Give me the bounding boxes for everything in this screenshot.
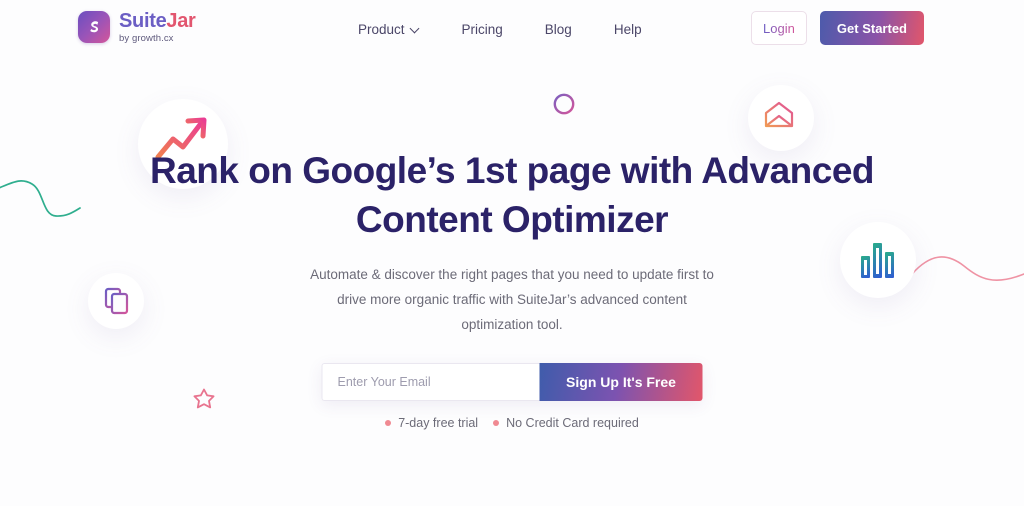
nav-item-help[interactable]: Help	[614, 22, 642, 37]
get-started-button[interactable]: Get Started	[819, 11, 924, 45]
star-outline-icon	[192, 387, 216, 411]
subtitle-line-2: drive more organic traffic with SuiteJar…	[337, 291, 687, 307]
nav-item-pricing[interactable]: Pricing	[462, 22, 503, 37]
nav-label-product: Product	[358, 21, 405, 37]
nav-label-blog: Blog	[544, 21, 572, 37]
page-subtitle: Automate & discover the right pages that…	[0, 263, 1024, 338]
main-navigation: Product Pricing Blog Help	[358, 0, 642, 58]
brand-tagline: by growth.cx	[119, 33, 174, 44]
trial-note-free-trial-label: 7-day free trial	[398, 416, 479, 430]
bullet-dot-icon	[493, 420, 500, 426]
subtitle-line-1: Automate & discover the right pages that…	[310, 267, 714, 282]
nav-item-blog[interactable]: Blog	[545, 22, 572, 37]
trial-note-free-trial: 7-day free trial	[385, 416, 478, 430]
bullet-dot-icon	[385, 420, 392, 426]
landing-page: SuiteJar by growth.cx Product Pricing Bl…	[0, 0, 1024, 506]
nav-item-product[interactable]: Product	[358, 22, 420, 37]
signup-submit-button[interactable]: Sign Up It's Free	[539, 363, 703, 401]
hero-section: Rank on Google’s 1st page with Advanced …	[0, 58, 1024, 506]
circle-outline-icon	[552, 92, 576, 116]
brand-logo[interactable]: SuiteJar by growth.cx	[78, 11, 196, 44]
page-title: Rank on Google’s 1st page with Advanced …	[0, 146, 1024, 244]
trial-note-no-credit-card: No Credit Card required	[493, 416, 639, 430]
trial-notes: 7-day free trial No Credit Card required	[0, 416, 1024, 430]
headline-line-1: Rank on Google’s 1st page with Advanced	[149, 150, 875, 191]
headline-line-2: Content Optimizer	[355, 199, 669, 241]
email-input[interactable]	[321, 363, 540, 401]
subtitle-line-3: optimization tool.	[461, 316, 563, 332]
header-actions: Login Get Started	[750, 11, 924, 45]
signup-form: Sign Up It's Free	[321, 363, 703, 401]
login-button-label: Login	[763, 20, 795, 36]
logo-mark-icon	[78, 11, 110, 44]
envelope-icon	[764, 101, 794, 129]
chevron-down-icon	[411, 25, 420, 34]
site-header: SuiteJar by growth.cx Product Pricing Bl…	[0, 0, 1024, 58]
brand-name-part1: Suite	[119, 10, 167, 32]
nav-label-pricing: Pricing	[461, 21, 503, 37]
brand-text: SuiteJar by growth.cx	[119, 11, 196, 44]
trial-note-no-credit-card-label: No Credit Card required	[506, 416, 639, 430]
brand-name-part2: Jar	[166, 10, 196, 32]
nav-label-help: Help	[613, 21, 642, 37]
login-button[interactable]: Login	[750, 11, 807, 45]
brand-name: SuiteJar	[119, 11, 196, 31]
